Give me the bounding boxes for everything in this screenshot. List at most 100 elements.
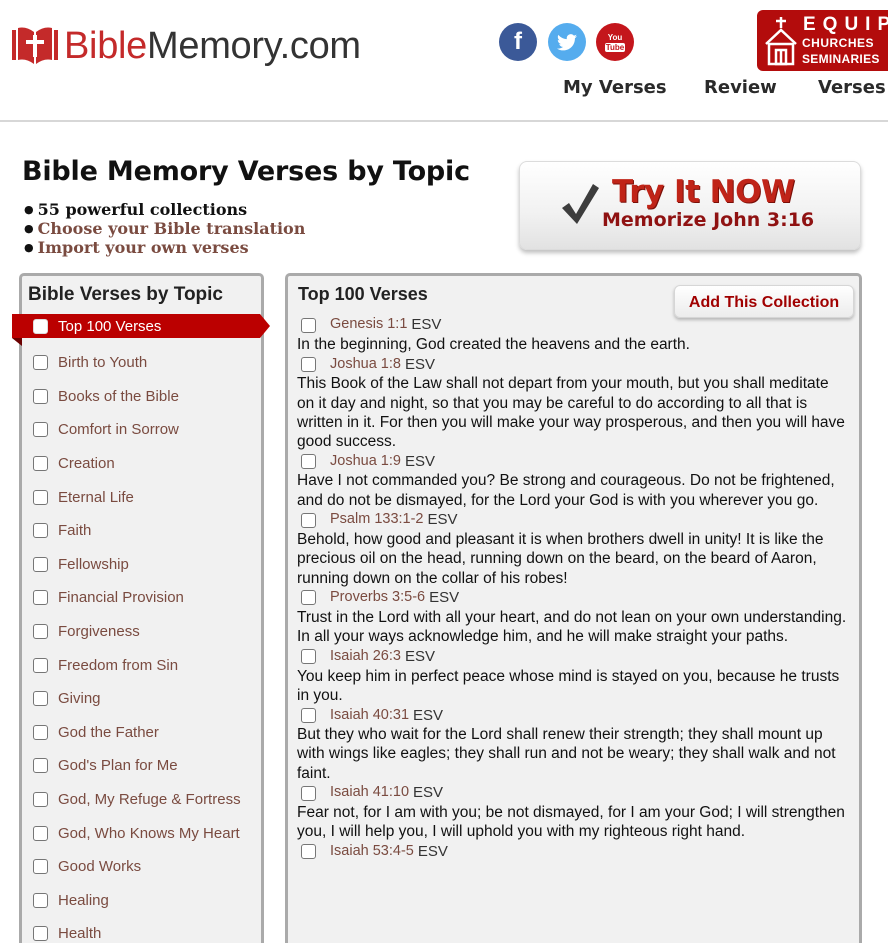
verse-checkbox[interactable] bbox=[301, 453, 316, 469]
topic-label: Giving bbox=[58, 690, 101, 708]
sidebar-topic-item[interactable]: Creation bbox=[12, 447, 272, 481]
verse-reference-row: Isaiah 40:31 ESV bbox=[297, 705, 847, 725]
topic-label: Financial Provision bbox=[58, 589, 184, 607]
verse-reference-link[interactable]: Joshua 1:8 bbox=[330, 355, 401, 374]
equip-banner[interactable]: EQUIP CHURCHES SEMINARIES bbox=[757, 10, 888, 71]
try-it-now-label: Try It NOW bbox=[612, 174, 795, 210]
feature-list: 55 powerful collections Choose your Bibl… bbox=[24, 200, 306, 257]
sidebar-topic-item[interactable]: Eternal Life bbox=[12, 480, 272, 514]
verse-reference-link[interactable]: Isaiah 40:31 bbox=[330, 706, 409, 725]
topic-label: Freedom from Sin bbox=[58, 656, 179, 674]
site-logo[interactable]: BibleMemory.com bbox=[10, 24, 361, 68]
sidebar-topic-item[interactable]: Freedom from Sin bbox=[12, 648, 272, 682]
verse-item: Isaiah 41:10 ESV Fear not, for I am with y… bbox=[297, 783, 847, 842]
site-header: BibleMemory.com f You Tube EQUIP CHURCHE… bbox=[0, 0, 888, 122]
topic-label: Forgiveness bbox=[58, 623, 140, 641]
topic-label: Birth to Youth bbox=[58, 354, 148, 372]
nav-my-verses[interactable]: My Verses bbox=[563, 77, 667, 98]
verse-item: Genesis 1:1 ESV In the beginning, God crea… bbox=[297, 315, 847, 354]
youtube-link[interactable]: You Tube bbox=[596, 23, 634, 61]
equip-churches: CHURCHES bbox=[802, 36, 875, 50]
sidebar-topic-item[interactable]: Health bbox=[12, 917, 272, 951]
topic-checkbox[interactable] bbox=[33, 792, 48, 808]
sidebar-topic-item[interactable]: God's Plan for Me bbox=[12, 749, 272, 783]
verse-reference-link[interactable]: Isaiah 41:10 bbox=[330, 783, 409, 802]
topic-checkbox[interactable] bbox=[33, 388, 48, 404]
topic-label: Faith bbox=[58, 522, 92, 540]
facebook-link[interactable]: f bbox=[499, 23, 537, 61]
verse-version: ESV bbox=[404, 355, 435, 373]
sidebar-topic-item[interactable]: Comfort in Sorrow bbox=[12, 413, 272, 447]
topic-checkbox[interactable] bbox=[33, 556, 48, 572]
sidebar-topic-item[interactable]: Top 100 Verses bbox=[12, 314, 270, 346]
topic-checkbox[interactable] bbox=[33, 724, 48, 740]
sidebar-topic-item[interactable]: Good Works bbox=[12, 850, 272, 884]
topic-checkbox[interactable] bbox=[33, 825, 48, 841]
sidebar-topic-item[interactable]: Fellowship bbox=[12, 548, 272, 582]
verse-checkbox[interactable] bbox=[301, 317, 316, 333]
topic-checkbox[interactable] bbox=[33, 926, 48, 942]
verse-checkbox[interactable] bbox=[301, 649, 316, 665]
verse-reference-row: Joshua 1:9 ESV bbox=[297, 451, 847, 471]
topic-label: Creation bbox=[58, 455, 115, 473]
verse-checkbox[interactable] bbox=[301, 785, 316, 801]
topic-checkbox[interactable] bbox=[33, 355, 48, 371]
sidebar-topic-item[interactable]: Healing bbox=[12, 884, 272, 918]
topic-checkbox[interactable] bbox=[33, 624, 48, 640]
verse-text: Fear not, for I am with you; be not dism… bbox=[297, 804, 845, 841]
topic-label: God, Who Knows My Heart bbox=[58, 824, 240, 842]
verse-item: Joshua 1:8 ESV This Book of the Law shall … bbox=[297, 354, 847, 451]
twitter-icon bbox=[557, 33, 577, 50]
feature-translation-link[interactable]: Choose your Bible translation bbox=[24, 219, 306, 238]
verse-checkbox[interactable] bbox=[301, 590, 316, 606]
verse-checkbox[interactable] bbox=[301, 512, 316, 528]
page-title: Bible Memory Verses by Topic bbox=[22, 156, 470, 187]
verse-reference-link[interactable]: Proverbs 3:5-6 bbox=[330, 588, 425, 607]
topic-checkbox[interactable] bbox=[33, 489, 48, 505]
topic-checkbox[interactable] bbox=[33, 456, 48, 472]
sidebar-topic-item[interactable]: God the Father bbox=[12, 716, 272, 750]
memorize-john-label: Memorize John 3:16 bbox=[602, 209, 815, 231]
verse-checkbox[interactable] bbox=[301, 356, 316, 372]
verse-reference-link[interactable]: Joshua 1:9 bbox=[330, 452, 401, 471]
nav-review[interactable]: Review bbox=[704, 77, 777, 98]
sidebar-topic-item[interactable]: Books of the Bible bbox=[12, 380, 272, 414]
topic-checkbox[interactable] bbox=[33, 691, 48, 707]
verse-reference-link[interactable]: Psalm 133:1-2 bbox=[330, 510, 424, 529]
verse-version: ESV bbox=[429, 589, 460, 607]
sidebar-topic-item[interactable]: Financial Provision bbox=[12, 581, 272, 615]
topic-checkbox[interactable] bbox=[33, 892, 48, 908]
sidebar-topic-item[interactable]: Forgiveness bbox=[12, 615, 272, 649]
verse-version: ESV bbox=[413, 706, 444, 724]
verse-item: Isaiah 40:31 ESV But they who wait for the… bbox=[297, 705, 847, 783]
sidebar-topic-item[interactable]: Giving bbox=[12, 682, 272, 716]
topic-checkbox[interactable] bbox=[33, 758, 48, 774]
sidebar-topic-item[interactable]: Birth to Youth bbox=[12, 346, 272, 380]
verse-item: Isaiah 53:4-5 ESV bbox=[297, 842, 847, 862]
verse-reference-link[interactable]: Isaiah 53:4-5 bbox=[330, 842, 414, 861]
facebook-icon: f bbox=[514, 28, 522, 55]
verse-checkbox[interactable] bbox=[301, 707, 316, 723]
sidebar-topic-item[interactable]: God, Who Knows My Heart bbox=[12, 816, 272, 850]
verse-text: Have I not commanded you? Be strong and … bbox=[297, 472, 835, 509]
try-it-now-button[interactable]: Try It NOW Memorize John 3:16 bbox=[519, 161, 861, 250]
twitter-link[interactable] bbox=[548, 23, 586, 61]
logo-text: BibleMemory.com bbox=[64, 24, 361, 68]
topic-checkbox[interactable] bbox=[33, 590, 48, 606]
sidebar-topic-item[interactable]: God, My Refuge & Fortress bbox=[12, 783, 272, 817]
verse-text: Trust in the Lord with all your heart, a… bbox=[297, 608, 847, 646]
collection-panel: Top 100 Verses Add This Collection Genes… bbox=[285, 273, 862, 943]
sidebar-topic-item[interactable]: Faith bbox=[12, 514, 272, 548]
topic-checkbox[interactable] bbox=[33, 523, 48, 539]
feature-import-link[interactable]: Import your own verses bbox=[24, 238, 305, 257]
nav-verses[interactable]: Verses I bbox=[818, 77, 888, 98]
topic-checkbox[interactable] bbox=[33, 422, 48, 438]
verse-reference-link[interactable]: Genesis 1:1 bbox=[330, 315, 407, 334]
topic-checkbox[interactable] bbox=[33, 657, 48, 673]
topic-checkbox[interactable] bbox=[33, 318, 48, 334]
add-collection-button[interactable]: Add This Collection bbox=[674, 285, 854, 318]
verse-reference-link[interactable]: Isaiah 26:3 bbox=[330, 647, 401, 666]
verse-item: Isaiah 26:3 ESV You keep him in perfect pe… bbox=[297, 647, 847, 706]
verse-checkbox[interactable] bbox=[301, 844, 316, 860]
topic-checkbox[interactable] bbox=[33, 859, 48, 875]
